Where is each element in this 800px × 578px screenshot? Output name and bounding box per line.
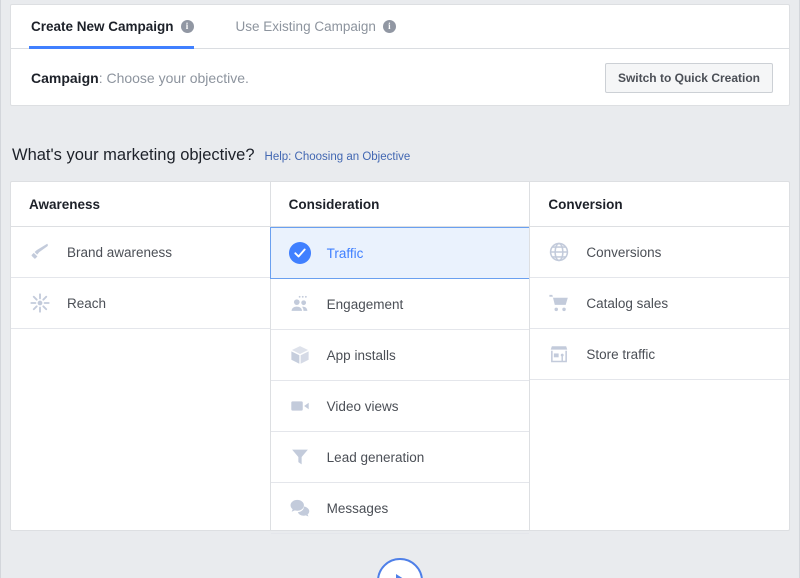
campaign-label: Campaign [31, 70, 99, 86]
funnel-icon [289, 446, 311, 468]
objective-row-brand-awareness[interactable]: Brand awareness [11, 227, 270, 278]
tab-create-new-campaign[interactable]: Create New Campaign i [29, 5, 206, 48]
page-left-edge [0, 0, 1, 578]
objective-row-engagement[interactable]: Engagement [271, 279, 530, 330]
chat-bubbles-icon [289, 497, 311, 519]
column-header-conversion: Conversion [530, 182, 789, 227]
objective-label: Video views [327, 399, 399, 414]
box-icon [289, 344, 311, 366]
radiate-icon [29, 292, 51, 314]
campaign-objective-text: Campaign: Choose your objective. [31, 70, 249, 86]
campaign-subtitle: : Choose your objective. [99, 70, 249, 86]
tab-use-existing-campaign-label: Use Existing Campaign [236, 19, 376, 34]
tab-bar: Create New Campaign i Use Existing Campa… [11, 5, 789, 49]
column-conversion: Conversion Conversions [529, 182, 789, 530]
objective-label: Reach [67, 296, 106, 311]
tab-use-existing-campaign[interactable]: Use Existing Campaign i [234, 5, 408, 48]
objective-label: Traffic [327, 246, 364, 261]
objective-row-store-traffic[interactable]: Store traffic [530, 329, 789, 380]
info-icon[interactable]: i [383, 20, 396, 33]
campaign-creation-panel: Create New Campaign i Use Existing Campa… [10, 4, 790, 106]
objective-row-messages[interactable]: Messages [271, 483, 530, 534]
objective-row-traffic[interactable]: Traffic [270, 227, 531, 279]
video-camera-icon [289, 395, 311, 417]
column-header-consideration: Consideration [271, 182, 530, 227]
marketing-objective-table: Awareness Brand awareness [10, 181, 790, 531]
people-icon [289, 293, 311, 315]
objective-row-video-views[interactable]: Video views [271, 381, 530, 432]
objective-label: Engagement [327, 297, 404, 312]
play-circle-icon[interactable] [377, 558, 423, 578]
column-consideration: Consideration Traffic [270, 182, 530, 530]
info-icon[interactable]: i [181, 20, 194, 33]
storefront-icon [548, 343, 570, 365]
shopping-cart-icon [548, 292, 570, 314]
switch-to-quick-creation-button[interactable]: Switch to Quick Creation [605, 63, 773, 93]
play-triangle-icon [396, 574, 407, 578]
objective-label: Brand awareness [67, 245, 172, 260]
objective-label: Store traffic [586, 347, 655, 362]
objective-label: Conversions [586, 245, 661, 260]
help-choosing-objective-link[interactable]: Help: Choosing an Objective [265, 151, 411, 163]
objective-row-conversions[interactable]: Conversions [530, 227, 789, 278]
check-circle-icon [289, 242, 311, 264]
tab-create-new-campaign-label: Create New Campaign [31, 19, 174, 34]
campaign-objective-bar: Campaign: Choose your objective. Switch … [11, 49, 789, 106]
objective-label: Catalog sales [586, 296, 668, 311]
globe-icon [548, 241, 570, 263]
objective-label: Lead generation [327, 450, 425, 465]
objective-row-reach[interactable]: Reach [11, 278, 270, 329]
objective-row-app-installs[interactable]: App installs [271, 330, 530, 381]
column-awareness: Awareness Brand awareness [11, 182, 270, 530]
page-title: What's your marketing objective? [12, 146, 255, 165]
megaphone-icon [29, 241, 51, 263]
column-header-awareness: Awareness [11, 182, 270, 227]
objective-heading: What's your marketing objective? Help: C… [12, 146, 410, 165]
objective-label: Messages [327, 501, 389, 516]
objective-label: App installs [327, 348, 396, 363]
objective-row-catalog-sales[interactable]: Catalog sales [530, 278, 789, 329]
objective-row-lead-generation[interactable]: Lead generation [271, 432, 530, 483]
